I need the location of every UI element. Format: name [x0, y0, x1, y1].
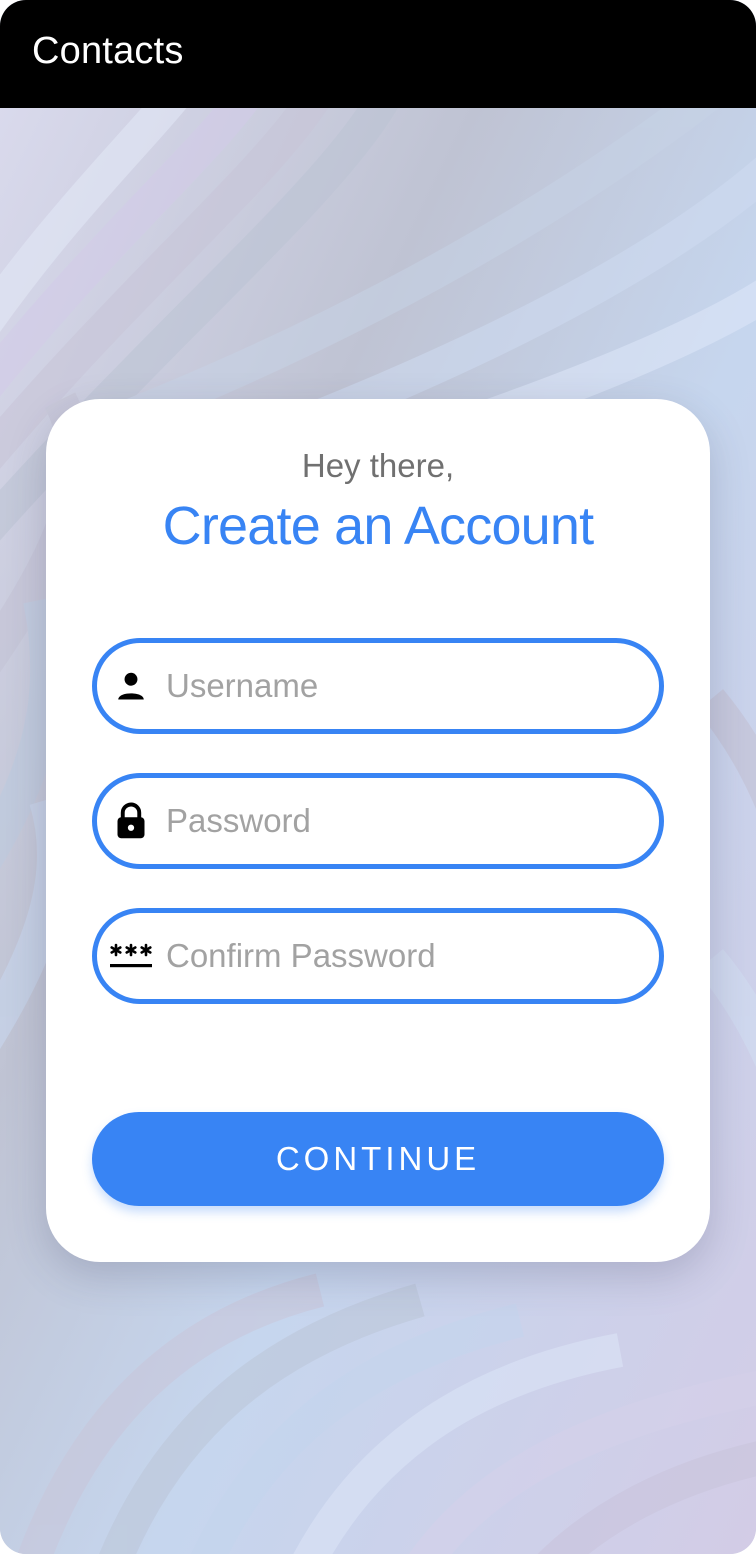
greeting-text: Hey there,	[301, 447, 455, 484]
app-bar: Contacts	[0, 0, 756, 108]
page-title: Create an Account	[162, 496, 594, 556]
app-title: Contacts	[32, 30, 184, 72]
username-field[interactable]	[92, 638, 664, 734]
confirm-password-field[interactable]	[92, 908, 664, 1004]
app-window: Contacts Hey there, Create an Account Us…	[0, 0, 756, 1554]
password-input[interactable]	[166, 791, 636, 851]
lock-icon	[109, 799, 153, 843]
password-dots-icon	[109, 934, 153, 978]
confirm-password-input[interactable]	[166, 926, 636, 986]
person-icon	[109, 664, 153, 708]
username-input[interactable]	[166, 656, 636, 716]
continue-button[interactable]: CONTINUE	[92, 1112, 664, 1206]
signup-card: Hey there, Create an Account Username CO…	[46, 399, 710, 1262]
password-field[interactable]	[92, 773, 664, 869]
